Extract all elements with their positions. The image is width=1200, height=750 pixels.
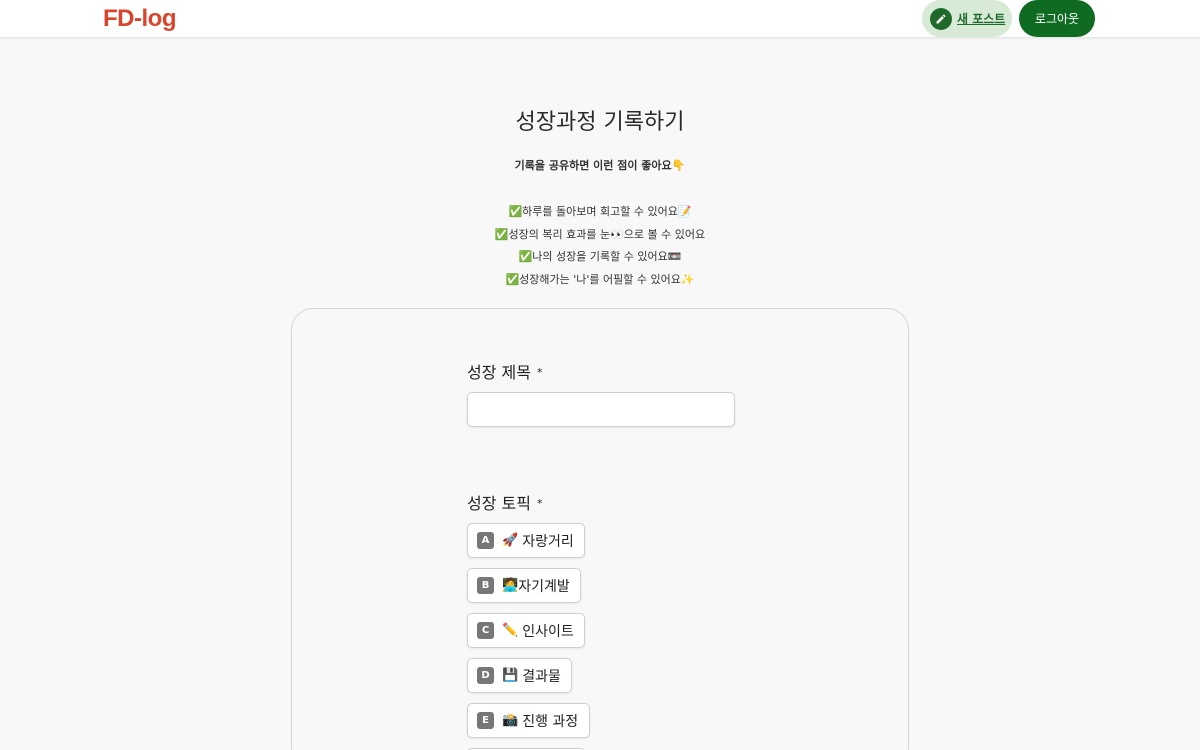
topic-field-label: 성장 토픽 *: [467, 494, 543, 513]
pencil-icon: ✏️: [502, 623, 519, 638]
topic-option-c[interactable]: C ✏️ 인사이트: [467, 613, 585, 648]
required-mark: *: [536, 366, 543, 379]
rocket-icon: 🚀: [502, 533, 519, 548]
new-post-label: 새 포스트: [957, 12, 1006, 26]
topic-option-e[interactable]: E 📸 진행 과정: [467, 703, 590, 738]
benefit-item: ✅나의 성장을 기록할 수 있어요📼: [518, 250, 682, 263]
top-header: FD-log 새 포스트 로그아웃: [0, 0, 1200, 38]
site-logo[interactable]: FD-log: [103, 4, 176, 34]
technologist-icon: 🧑‍💻: [502, 578, 519, 593]
topic-label: 결과물: [522, 668, 561, 685]
key-badge: C: [477, 622, 494, 639]
benefit-item: ✅하루를 돌아보며 회고할 수 있어요📝: [508, 205, 692, 218]
title-input[interactable]: [467, 392, 735, 427]
key-badge: D: [477, 667, 494, 684]
topic-option-b[interactable]: B 🧑‍💻 자기계발: [467, 568, 581, 603]
key-badge: E: [477, 712, 494, 729]
benefit-item: ✅성장의 복리 효과를 눈👀으로 볼 수 있어요: [494, 227, 706, 241]
new-post-button[interactable]: 새 포스트: [922, 0, 1012, 37]
key-badge: B: [477, 577, 494, 594]
topic-label: 인사이트: [522, 623, 574, 640]
post-form: 성장 제목 * 성장 토픽 * A 🚀 자랑거리 B 🧑‍💻 자기계발 C ✏️ 인…: [291, 308, 909, 750]
logout-button[interactable]: 로그아웃: [1019, 0, 1095, 37]
benefit-item: ✅성장해가는 '나'를 어필할 수 있어요✨: [505, 272, 695, 286]
topic-option-d[interactable]: D 💾 결과물: [467, 658, 572, 693]
topic-label: 진행 과정: [522, 713, 579, 730]
key-badge: A: [477, 532, 494, 549]
floppy-disk-icon: 💾: [502, 668, 519, 683]
benefits-list: ✅하루를 돌아보며 회고할 수 있어요📝 ✅성장의 복리 효과를 눈👀으로 볼 …: [0, 201, 1200, 291]
topic-label: 자랑거리: [522, 533, 574, 550]
intro-subtitle: 기록을 공유하면 이런 점이 좋아요👇: [514, 159, 686, 172]
required-mark: *: [536, 497, 543, 510]
title-field-label: 성장 제목 *: [467, 363, 543, 382]
pencil-icon: [930, 7, 952, 30]
topic-label: 자기계발: [518, 578, 570, 595]
camera-flash-icon: 📸: [502, 713, 519, 728]
page-title: 성장과정 기록하기: [515, 110, 685, 135]
topic-option-a[interactable]: A 🚀 자랑거리: [467, 523, 585, 558]
